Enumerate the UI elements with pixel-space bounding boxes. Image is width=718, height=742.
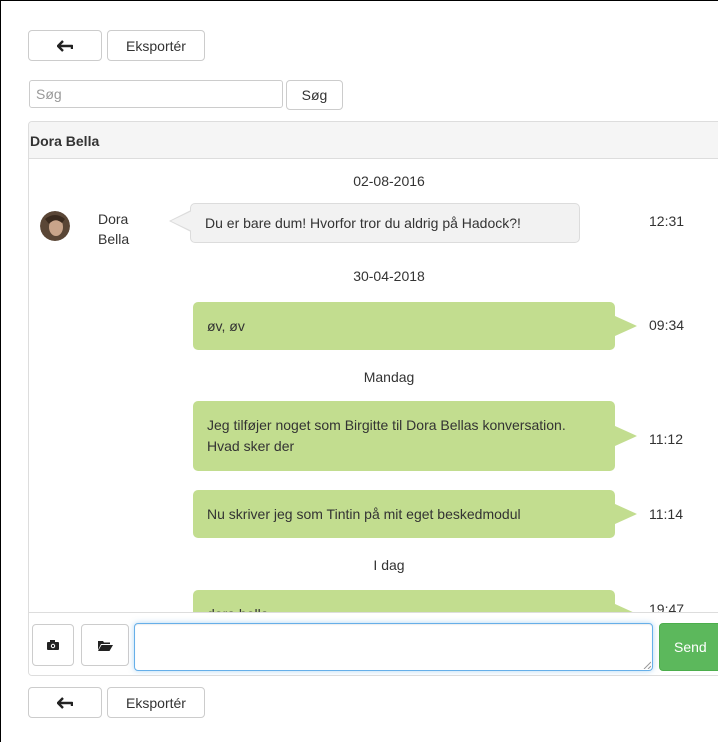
date-separator: I dag	[373, 557, 405, 573]
search-input[interactable]	[29, 80, 283, 108]
message-time: 11:14	[649, 506, 683, 522]
back-arrow-icon	[57, 696, 73, 709]
conversation-panel: Dora Bella 02-08-2016 Dora Bella Du er b…	[28, 121, 718, 676]
camera-icon	[47, 640, 59, 650]
avatar	[40, 211, 70, 241]
compose-bar: Send	[29, 612, 718, 675]
search-button-label: Søg	[301, 87, 328, 103]
folder-open-icon	[97, 640, 113, 651]
message-time: 19:47	[649, 601, 685, 612]
message-bubble-incoming: Du er bare dum! Hvorfor tror du aldrig p…	[169, 203, 580, 243]
date-separator: 30-04-2018	[353, 268, 425, 284]
message-list[interactable]: 02-08-2016 Dora Bella Du er bare dum! Hv…	[29, 159, 718, 612]
message-text: Du er bare dum! Hvorfor tror du aldrig p…	[205, 214, 521, 231]
send-button[interactable]: Send	[659, 623, 718, 671]
export-button[interactable]: Eksportér	[107, 30, 205, 61]
export-button-bottom[interactable]: Eksportér	[107, 687, 205, 718]
message-time: 09:34	[649, 317, 685, 333]
back-arrow-icon	[57, 39, 73, 52]
message-text: dora bella	[207, 604, 269, 612]
date-separator: 02-08-2016	[353, 173, 425, 189]
send-button-label: Send	[674, 639, 707, 655]
message-text: Nu skriver jeg som Tintin på mit eget be…	[207, 505, 521, 522]
back-button[interactable]	[28, 30, 102, 61]
message-bubble-outgoing: Nu skriver jeg som Tintin på mit eget be…	[193, 490, 637, 538]
message-bubble-outgoing: dora bella	[193, 590, 637, 612]
message-text: øv, øv	[207, 317, 245, 334]
date-separator: Mandag	[363, 369, 415, 385]
export-button-label: Eksportér	[126, 37, 186, 54]
page-frame: Eksportér Søg Dora Bella 02-08-2016 Dora…	[0, 0, 718, 742]
search-button[interactable]: Søg	[286, 80, 343, 110]
resize-grip-icon[interactable]	[643, 661, 651, 669]
conversation-title: Dora Bella	[29, 122, 718, 159]
message-time: 12:31	[649, 213, 685, 229]
message-bubble-outgoing: Jeg tilføjer noget som Birgitte til Dora…	[193, 401, 637, 471]
back-button-bottom[interactable]	[28, 687, 102, 718]
message-time: 11:12	[649, 431, 683, 447]
attach-file-button[interactable]	[81, 624, 129, 666]
message-bubble-outgoing: øv, øv	[193, 302, 637, 350]
camera-button[interactable]	[32, 624, 74, 666]
message-text: Jeg tilføjer noget som Birgitte til Dora…	[207, 417, 566, 454]
message-input[interactable]	[134, 623, 653, 671]
sender-name: Dora Bella	[98, 211, 130, 247]
export-button-label: Eksportér	[126, 694, 186, 711]
